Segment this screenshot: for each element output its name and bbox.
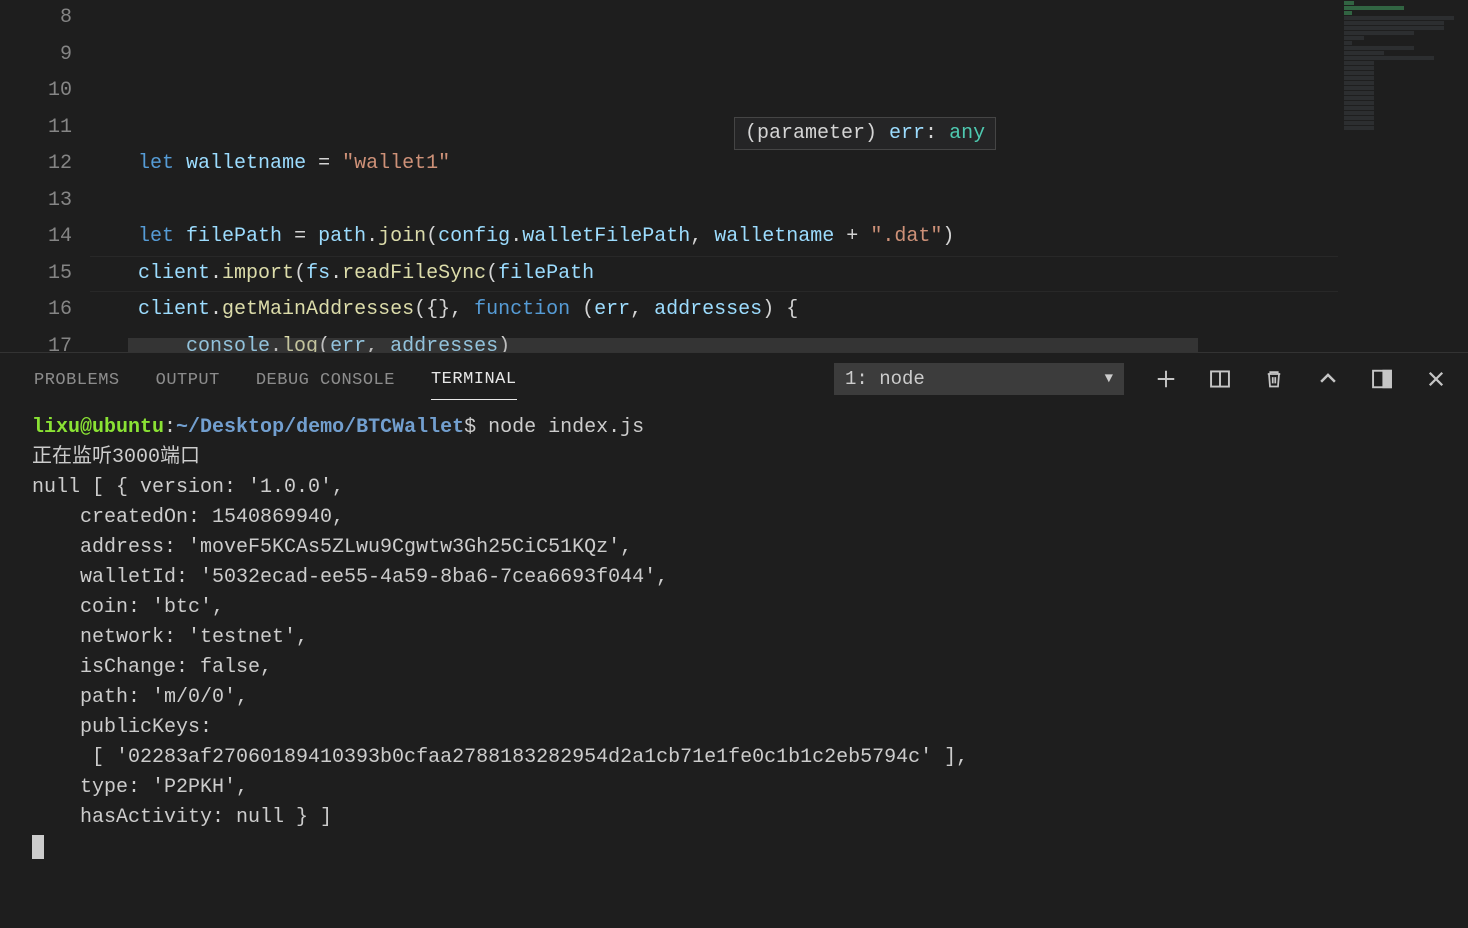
panel-tabs: PROBLEMS OUTPUT DEBUG CONSOLE TERMINAL 1… xyxy=(0,353,1468,405)
code-line[interactable]: let walletname = "wallet1" xyxy=(90,146,1468,183)
chevron-down-icon: ▼ xyxy=(1105,371,1113,387)
maximize-panel-button[interactable] xyxy=(1370,367,1394,391)
chevron-up-icon[interactable] xyxy=(1316,367,1340,391)
tooltip-type: any xyxy=(949,122,985,145)
close-panel-button[interactable] xyxy=(1424,367,1448,391)
tab-debug-console[interactable]: DEBUG CONSOLE xyxy=(256,359,395,400)
hover-tooltip: (parameter) err: any xyxy=(734,117,996,150)
line-number: 10 xyxy=(0,73,72,110)
panel-actions: 1: node ▼ xyxy=(834,363,1448,395)
prompt-user: lixu@ubuntu xyxy=(32,416,164,439)
horizontal-scrollbar[interactable] xyxy=(128,338,1198,352)
bottom-panel: PROBLEMS OUTPUT DEBUG CONSOLE TERMINAL 1… xyxy=(0,352,1468,928)
line-number: 11 xyxy=(0,110,72,147)
line-number: 15 xyxy=(0,256,72,293)
tooltip-prefix: (parameter) xyxy=(745,122,889,145)
tooltip-param-name: err xyxy=(889,122,925,145)
line-number: 17 xyxy=(0,329,72,353)
split-terminal-button[interactable] xyxy=(1208,367,1232,391)
kill-terminal-button[interactable] xyxy=(1262,367,1286,391)
code-content[interactable]: let walletname = "wallet1" let filePath … xyxy=(90,0,1468,352)
line-number: 8 xyxy=(0,0,72,37)
tab-terminal[interactable]: TERMINAL xyxy=(431,358,517,400)
new-terminal-button[interactable] xyxy=(1154,367,1178,391)
line-number: 13 xyxy=(0,183,72,220)
terminal-cursor xyxy=(32,835,44,859)
line-number: 14 xyxy=(0,219,72,256)
terminal-selector-label: 1: node xyxy=(845,368,925,390)
tab-output[interactable]: OUTPUT xyxy=(156,359,220,400)
editor-area[interactable]: 891011121314151617 let walletname = "wal… xyxy=(0,0,1468,352)
code-line[interactable] xyxy=(90,183,1468,220)
line-number: 9 xyxy=(0,37,72,74)
code-line[interactable]: client.getMainAddresses({}, function (er… xyxy=(90,292,1468,329)
line-number: 16 xyxy=(0,292,72,329)
terminal-command: node index.js xyxy=(488,416,644,439)
line-number-gutter: 891011121314151617 xyxy=(0,0,90,352)
terminal-output[interactable]: lixu@ubuntu:~/Desktop/demo/BTCWallet$ no… xyxy=(0,405,1468,928)
line-number: 12 xyxy=(0,146,72,183)
code-line[interactable]: let filePath = path.join(config.walletFi… xyxy=(90,219,1468,256)
prompt-path: ~/Desktop/demo/BTCWallet xyxy=(176,416,464,439)
terminal-selector[interactable]: 1: node ▼ xyxy=(834,363,1124,395)
tab-problems[interactable]: PROBLEMS xyxy=(34,359,120,400)
code-line[interactable]: client.import(fs.readFileSync(filePath xyxy=(90,256,1468,293)
minimap[interactable] xyxy=(1338,0,1468,352)
